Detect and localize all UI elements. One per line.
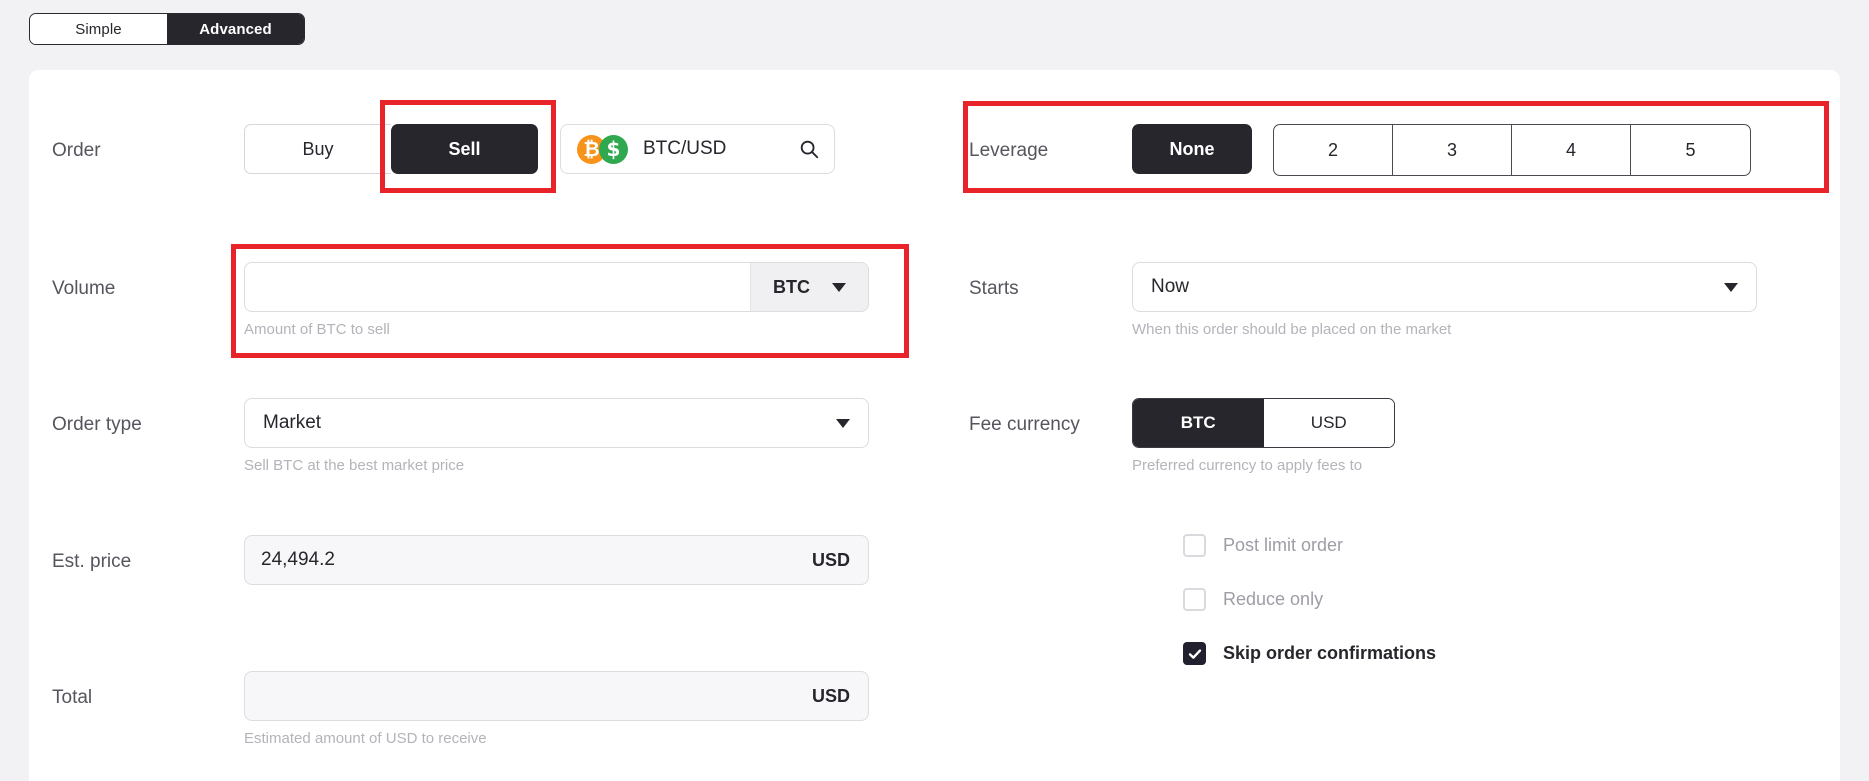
volume-row: Volume BTC Amount of BTC to sell xyxy=(52,262,869,337)
fee-currency-usd-button[interactable]: USD xyxy=(1263,399,1394,447)
skip-order-confirmations-checkbox[interactable] xyxy=(1183,642,1206,665)
leverage-option-2[interactable]: 2 xyxy=(1274,125,1393,175)
fee-currency-row: Fee currency BTC USD Preferred currency … xyxy=(969,398,1395,473)
volume-helper-text: Amount of BTC to sell xyxy=(244,321,390,338)
post-limit-order-option[interactable]: Post limit order xyxy=(1183,534,1436,557)
starts-helper-text: When this order should be placed on the … xyxy=(1132,321,1452,338)
starts-row: Starts Now When this order should be pla… xyxy=(969,262,1757,337)
leverage-option-4[interactable]: 4 xyxy=(1512,125,1631,175)
volume-label: Volume xyxy=(52,278,116,299)
skip-order-confirmations-label: Skip order confirmations xyxy=(1223,643,1437,663)
volume-unit-dropdown[interactable]: BTC xyxy=(750,263,868,311)
total-unit: USD xyxy=(811,685,850,706)
total-field: USD xyxy=(244,671,869,721)
order-side-toggle[interactable]: Buy Sell xyxy=(244,124,538,174)
est-price-unit: USD xyxy=(811,549,850,570)
est-price-value xyxy=(245,536,812,584)
starts-select[interactable]: Now xyxy=(1132,262,1757,312)
post-limit-order-label: Post limit order xyxy=(1223,535,1344,555)
leverage-option-5[interactable]: 5 xyxy=(1631,125,1750,175)
view-mode-toggle[interactable]: Simple Advanced xyxy=(29,13,305,45)
mode-simple-button[interactable]: Simple xyxy=(30,14,167,44)
chevron-down-icon xyxy=(836,418,850,428)
pair-icons: ₿ $ xyxy=(577,134,629,164)
order-type-value: Market xyxy=(263,412,322,433)
search-icon[interactable] xyxy=(798,138,820,160)
leverage-row: Leverage None 2 3 4 5 xyxy=(969,124,1751,176)
est-price-label: Est. price xyxy=(52,551,132,572)
total-value xyxy=(245,672,812,720)
chevron-down-icon xyxy=(1724,282,1738,292)
starts-value: Now xyxy=(1151,276,1190,297)
volume-input-wrapper[interactable]: BTC xyxy=(244,262,869,312)
leverage-option-3[interactable]: 3 xyxy=(1393,125,1512,175)
leverage-none-button[interactable]: None xyxy=(1132,124,1252,174)
mode-advanced-button[interactable]: Advanced xyxy=(167,14,304,44)
volume-input[interactable] xyxy=(245,263,750,311)
pair-name-label: BTC/USD xyxy=(643,138,727,159)
fee-currency-toggle[interactable]: BTC USD xyxy=(1132,398,1395,448)
fee-currency-btc-button[interactable]: BTC xyxy=(1133,399,1264,447)
trading-pair-selector[interactable]: ₿ $ BTC/USD xyxy=(560,124,835,174)
fee-currency-helper-text: Preferred currency to apply fees to xyxy=(1132,457,1363,474)
est-price-field: USD xyxy=(244,535,869,585)
buy-button[interactable]: Buy xyxy=(244,124,391,174)
total-helper-text: Estimated amount of USD to receive xyxy=(244,730,487,747)
order-type-label: Order type xyxy=(52,414,142,435)
total-label: Total xyxy=(52,687,93,708)
chevron-down-icon xyxy=(832,282,846,292)
leverage-options-group[interactable]: 2 3 4 5 xyxy=(1273,124,1751,176)
order-type-select[interactable]: Market xyxy=(244,398,869,448)
skip-order-confirmations-option[interactable]: Skip order confirmations xyxy=(1183,642,1436,665)
order-form-card: Order Buy Sell ₿ $ BTC/USD Leverage None… xyxy=(29,70,1840,781)
volume-unit-label: BTC xyxy=(773,276,810,297)
order-type-helper-text: Sell BTC at the best market price xyxy=(244,457,465,474)
fee-currency-label: Fee currency xyxy=(969,414,1080,435)
sell-button[interactable]: Sell xyxy=(391,124,538,174)
reduce-only-option[interactable]: Reduce only xyxy=(1183,588,1436,611)
total-row: Total USD Estimated amount of USD to rec… xyxy=(52,671,869,746)
order-label: Order xyxy=(52,140,101,161)
checkmark-icon xyxy=(1188,648,1201,659)
post-limit-order-checkbox[interactable] xyxy=(1183,534,1206,557)
starts-label: Starts xyxy=(969,278,1019,299)
leverage-label: Leverage xyxy=(969,140,1049,161)
order-side-row: Order Buy Sell ₿ $ BTC/USD xyxy=(52,124,902,174)
est-price-row: Est. price USD xyxy=(52,535,869,585)
dollar-icon: $ xyxy=(599,134,628,164)
order-type-row: Order type Market Sell BTC at the best m… xyxy=(52,398,869,473)
reduce-only-checkbox[interactable] xyxy=(1183,588,1206,611)
reduce-only-label: Reduce only xyxy=(1223,589,1324,609)
order-options-group: Post limit order Reduce only Skip order … xyxy=(1183,534,1436,665)
